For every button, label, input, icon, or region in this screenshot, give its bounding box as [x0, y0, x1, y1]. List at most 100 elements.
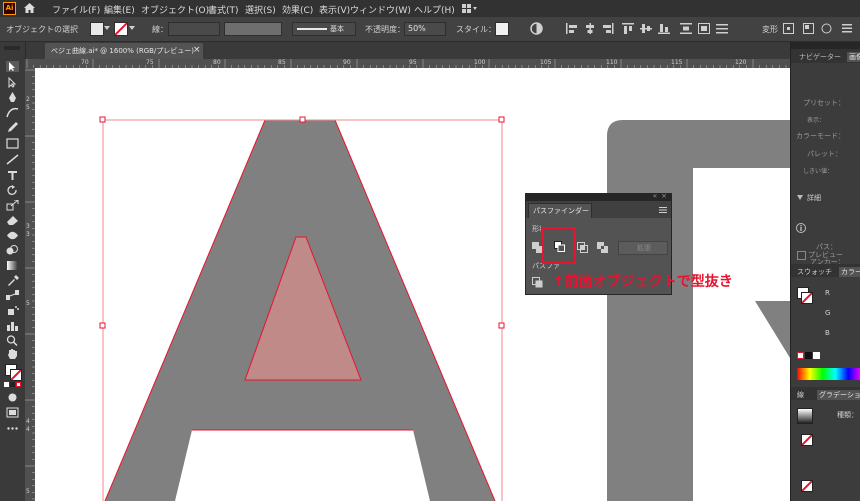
selection-label: オブジェクトの選択 [6, 25, 78, 34]
rotate-tool-icon[interactable] [6, 185, 19, 196]
screen-mode-icon[interactable] [6, 407, 19, 418]
pencil-tool-icon[interactable] [6, 122, 19, 133]
menu-object[interactable]: オブジェクト(O) [141, 3, 209, 16]
rectangle-tool-icon[interactable] [6, 138, 19, 149]
selection-handle[interactable] [99, 322, 106, 329]
selection-handle[interactable] [299, 116, 306, 123]
ruler-label: 5 [26, 104, 30, 111]
ruler-label: 85 [278, 59, 286, 66]
ruler-label: 3 [26, 223, 30, 230]
transform-label[interactable]: 変形 [762, 24, 778, 35]
menu-effect[interactable]: 効果(C) [282, 3, 313, 16]
gradient-stroke-swatch[interactable] [801, 434, 813, 446]
align-right-icon[interactable] [602, 23, 614, 34]
tab-pathfinder[interactable]: パスファインダー [528, 203, 592, 218]
puppet-icon[interactable] [821, 23, 832, 34]
home-icon[interactable] [24, 3, 35, 13]
tab-navigator[interactable]: ナビゲーター [799, 52, 841, 62]
panel-menu-icon[interactable] [659, 207, 667, 213]
gradient-preview-swatch[interactable] [797, 408, 813, 424]
align-middle-icon[interactable] [640, 23, 652, 34]
width-tool-icon[interactable] [6, 230, 19, 241]
pen-tool-icon[interactable] [6, 92, 19, 103]
fill-swatch[interactable] [90, 22, 104, 36]
menu-view[interactable]: 表示(V) [319, 3, 350, 16]
menu-edit[interactable]: 編集(E) [104, 3, 135, 16]
selection-tool-icon[interactable] [6, 61, 19, 72]
shape-builder-tool-icon[interactable] [6, 245, 19, 256]
details-label[interactable]: 詳細 [807, 193, 821, 203]
eraser-tool-icon[interactable] [6, 215, 19, 226]
align-bottom-icon[interactable] [658, 23, 670, 34]
recolor-icon[interactable] [530, 22, 543, 35]
menu-help[interactable]: ヘルプ(H) [414, 3, 455, 16]
curvature-tool-icon[interactable] [6, 107, 19, 118]
preview-checkbox[interactable] [797, 251, 806, 260]
chevron-down-icon[interactable] [129, 26, 135, 30]
style-swatch[interactable] [495, 22, 509, 36]
intersect-icon[interactable] [577, 242, 588, 253]
tab-color[interactable]: カラー [839, 267, 860, 277]
selection-handle[interactable] [498, 322, 505, 329]
preset-label: プリセット： [803, 99, 845, 107]
type-tool-icon[interactable] [6, 170, 19, 181]
tab-swatches[interactable]: スウォッチ [797, 267, 832, 277]
align-left-icon[interactable] [566, 23, 578, 34]
opacity-field[interactable]: 50% [404, 22, 446, 36]
stroke-weight-field[interactable] [168, 22, 220, 36]
color-mode-buttons[interactable] [4, 382, 21, 387]
exclude-icon[interactable] [597, 242, 608, 253]
pathfinder-title-bar[interactable]: « × [526, 192, 671, 201]
gradient-tool-icon[interactable] [6, 260, 19, 271]
isolate-icon[interactable] [803, 23, 814, 34]
color-spectrum-bar[interactable] [797, 368, 860, 380]
divide-icon[interactable] [532, 277, 543, 288]
more-tools-icon[interactable] [6, 423, 19, 434]
panel-menu-icon[interactable] [842, 24, 852, 33]
ruler-label: 105 [540, 59, 552, 66]
collapse-icon[interactable]: « [653, 192, 657, 200]
stroke-swatch[interactable] [114, 22, 128, 36]
align-center-icon[interactable] [584, 23, 596, 34]
blend-tool-icon[interactable] [6, 290, 19, 301]
tab-image-trace[interactable]: 画像 [847, 52, 860, 62]
menu-file[interactable]: ファイル(F) [52, 3, 100, 16]
menu-window[interactable]: ウィンドウ(W) [350, 3, 411, 16]
distribute-icon[interactable] [680, 23, 692, 34]
selection-handle[interactable] [99, 116, 106, 123]
tab-gradient[interactable]: グラデーション [817, 390, 860, 400]
zoom-tool-icon[interactable] [6, 335, 19, 346]
color-stroke-swatch[interactable] [801, 292, 813, 304]
symbol-sprayer-tool-icon[interactable] [6, 305, 19, 316]
stroke-color-swatch[interactable] [10, 369, 22, 381]
align-top-icon[interactable] [622, 23, 634, 34]
menu-type[interactable]: 書式(T) [208, 3, 239, 16]
variable-width-profile[interactable] [224, 22, 282, 36]
gradient-fill-swatch[interactable] [801, 480, 813, 492]
workspace-grid-icon[interactable] [462, 4, 478, 13]
reference-point-icon[interactable] [783, 23, 794, 34]
close-icon[interactable]: × [661, 192, 667, 200]
ruler-label: 70 [81, 59, 89, 66]
color-none-buttons[interactable] [797, 352, 821, 359]
document-tab[interactable]: べジェ曲線.ai* @ 1600% (RGB/プレビュー) × [45, 43, 203, 59]
chevron-down-icon[interactable] [104, 26, 110, 30]
selection-handle[interactable] [498, 116, 505, 123]
line-tool-icon[interactable] [6, 154, 19, 165]
align-options-icon[interactable] [716, 23, 728, 34]
ruler-label: 95 [409, 59, 417, 66]
direct-selection-tool-icon[interactable] [6, 77, 19, 88]
chevron-down-icon[interactable] [797, 195, 803, 200]
eyedropper-tool-icon[interactable] [6, 275, 19, 286]
close-tab-button[interactable]: × [193, 45, 201, 55]
hand-tool-icon[interactable] [6, 348, 19, 359]
tools-panel [0, 42, 26, 501]
expand-button[interactable]: 拡張 [618, 241, 668, 255]
tab-stroke[interactable]: 線 [797, 390, 804, 400]
graph-tool-icon[interactable] [6, 320, 19, 331]
scale-tool-icon[interactable] [6, 200, 19, 211]
drawing-mode-icon[interactable] [6, 392, 19, 403]
brush-definition-field[interactable]: 基本 [292, 22, 356, 36]
menu-select[interactable]: 選択(S) [245, 3, 276, 16]
align-to-icon[interactable] [698, 23, 710, 34]
